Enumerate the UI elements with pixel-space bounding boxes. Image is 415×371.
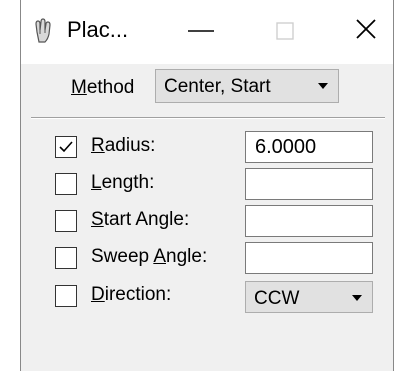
param-row-radius: Radius: 6.0000: [21, 130, 393, 166]
param-row-sweep-angle: Sweep Angle:: [21, 241, 393, 277]
method-row: Method Center, Start: [21, 66, 393, 110]
radius-label-rest: adius:: [104, 135, 156, 156]
dropdown-arrow-icon: [352, 295, 362, 301]
sweep-angle-label-rest: ngle:: [166, 246, 208, 267]
sweep-angle-label: Sweep Angle:: [91, 246, 207, 268]
method-dropdown[interactable]: Center, Start: [155, 69, 339, 103]
section-divider: [31, 117, 385, 119]
param-row-length: Length:: [21, 167, 393, 203]
method-dropdown-value: Center, Start: [164, 76, 271, 97]
sweep-angle-input[interactable]: [245, 242, 373, 274]
sweep-angle-label-pre: Sweep: [91, 246, 154, 267]
length-label: Length:: [91, 172, 154, 194]
title-bar[interactable]: Plac...: [21, 0, 393, 64]
start-angle-label: Start Angle:: [91, 209, 189, 231]
window-title: Plac...: [67, 17, 129, 42]
maximize-icon: [276, 22, 294, 40]
start-angle-input[interactable]: [245, 205, 373, 237]
start-angle-label-access-key: S: [91, 209, 104, 230]
maximize-button[interactable]: [259, 8, 311, 54]
radius-label: Radius:: [91, 135, 155, 157]
close-button[interactable]: [343, 8, 389, 54]
direction-checkbox[interactable]: [55, 285, 77, 307]
param-row-start-angle: Start Angle:: [21, 204, 393, 240]
direction-label-access-key: D: [91, 284, 105, 305]
place-arc-dialog: Plac... Method Center, Start Radius: 6.0…: [20, 0, 394, 371]
method-label-rest: ethod: [86, 77, 135, 98]
radius-checkbox[interactable]: [55, 136, 77, 158]
length-label-rest: ength:: [101, 172, 155, 193]
length-input[interactable]: [245, 168, 373, 200]
direction-dropdown-value: CCW: [254, 288, 300, 309]
direction-label: Direction:: [91, 284, 171, 306]
method-label: Method: [71, 77, 134, 99]
checkmark-icon: [59, 141, 73, 153]
method-label-access-key: M: [71, 77, 87, 98]
start-angle-label-rest: tart Angle:: [103, 209, 190, 230]
direction-label-rest: irection:: [104, 284, 172, 305]
radius-label-access-key: R: [91, 135, 105, 156]
sweep-angle-label-access-key: A: [153, 246, 167, 267]
dropdown-arrow-icon: [318, 83, 328, 89]
direction-dropdown[interactable]: CCW: [245, 281, 373, 313]
minimize-icon: [188, 30, 214, 32]
length-checkbox[interactable]: [55, 173, 77, 195]
param-row-direction: Direction: CCW: [21, 279, 393, 315]
place-arc-tool-icon: [33, 18, 53, 44]
close-icon: [356, 19, 376, 39]
start-angle-checkbox[interactable]: [55, 210, 77, 232]
radius-input[interactable]: 6.0000: [245, 131, 373, 163]
sweep-angle-checkbox[interactable]: [55, 247, 77, 269]
length-label-access-key: L: [91, 172, 102, 193]
radius-value: 6.0000: [255, 136, 317, 158]
minimize-button[interactable]: [175, 8, 227, 54]
